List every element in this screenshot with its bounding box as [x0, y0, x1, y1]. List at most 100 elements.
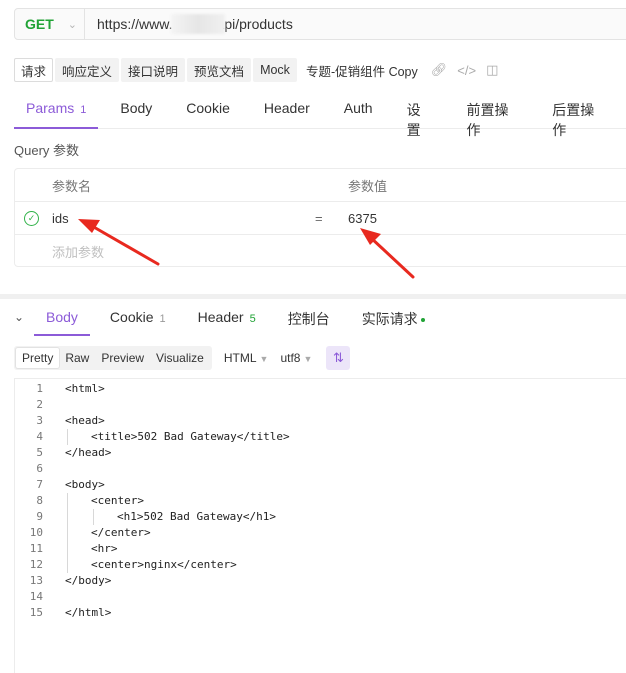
tab-count: 5 [249, 313, 256, 325]
request-tabs: Params 1 Body Cookie Header Auth 设置 前置操作 … [14, 92, 626, 138]
tab-label: 实际请求 [361, 311, 418, 327]
line-number: 6 [36, 462, 43, 475]
panel-divider[interactable] [0, 294, 626, 299]
response-tabs: ⌄ Body Cookie 1 Header 5 控制台 实际请求 [14, 300, 626, 337]
code-line: 4 <title>502 Bad Gateway</title> [15, 429, 626, 445]
format-value: HTML [223, 351, 257, 365]
word-wrap-icon[interactable]: ⇅ [326, 346, 351, 370]
code-text: <center> [91, 494, 144, 507]
tab-label: Cookie [109, 309, 154, 325]
code-text: </head> [65, 446, 112, 459]
redacted-blur [171, 14, 225, 34]
tab-auth[interactable]: Auth [332, 92, 385, 128]
add-param-input[interactable]: 添加参数 [52, 242, 104, 261]
line-number: 4 [36, 430, 43, 443]
indent-guide [67, 429, 68, 445]
line-number: 10 [29, 526, 43, 539]
line-number: 1 [36, 382, 43, 395]
table-header: 参数名 参数值 [15, 169, 626, 202]
tab-post-operations[interactable]: 后置操作 [540, 92, 616, 138]
code-line: 10 </center> [15, 525, 626, 541]
code-line: 6 [15, 461, 626, 477]
tab-label: Header [197, 309, 244, 325]
panel-icon[interactable]: ◫ [486, 62, 498, 78]
line-number: 2 [36, 398, 43, 411]
format-select[interactable]: HTML ▼ [224, 351, 269, 365]
code-text: <html> [65, 382, 105, 395]
code-line: 14 [15, 589, 626, 605]
indent-guide [93, 509, 94, 525]
tab-actual-request[interactable]: 实际请求 [350, 300, 437, 336]
tab-label: 控制台 [287, 311, 330, 327]
param-value-input[interactable]: 6375 [348, 211, 377, 226]
indent-guide [67, 509, 68, 525]
tab-params[interactable]: Params 1 [14, 92, 99, 129]
enabled-check-icon[interactable]: ✓ [24, 210, 39, 226]
doc-tab-request[interactable]: 请求 [14, 58, 54, 82]
tab-label: Body [120, 100, 153, 116]
tab-console[interactable]: 控制台 [276, 300, 342, 336]
view-visualize-button[interactable]: Visualize [150, 348, 210, 368]
code-line: 13 </body> [15, 573, 626, 589]
table-row: 添加参数 [15, 235, 626, 268]
code-icon[interactable]: </> [457, 63, 476, 78]
tab-body[interactable]: Body [108, 92, 164, 128]
tab-response-header[interactable]: Header 5 [186, 300, 268, 336]
code-line: 11 <hr> [15, 541, 626, 557]
encoding-select[interactable]: utf8 ▼ [280, 351, 312, 365]
view-raw-button[interactable]: Raw [59, 348, 95, 368]
tab-pre-operations[interactable]: 前置操作 [454, 92, 530, 138]
indent-guide [67, 493, 68, 509]
doc-tab-response-definition[interactable]: 响应定义 [55, 58, 120, 82]
indent-guide [67, 541, 68, 557]
tab-label: Auth [343, 100, 373, 116]
response-code-editor[interactable]: 1 <html> 2 3 <head> 4 <title>502 Bad Gateway</… [14, 378, 626, 673]
code-text: <head> [65, 414, 105, 427]
doc-tab-topic[interactable]: 专题-促销组件 Copy [299, 58, 425, 82]
view-pretty-button[interactable]: Pretty [16, 348, 60, 368]
encoding-value: utf8 [280, 351, 301, 365]
doc-action-icons: 🔗︎ </> ◫ [431, 62, 509, 78]
code-line: 1 <html> [15, 381, 626, 397]
code-text: <center>nginx</center> [91, 558, 237, 571]
code-line: 7 <body> [15, 477, 626, 493]
link-icon[interactable]: 🔗︎ [431, 62, 448, 78]
tab-count: 1 [159, 313, 166, 325]
tab-settings[interactable]: 设置 [395, 92, 445, 138]
method-select[interactable]: GET ⌄ [15, 9, 85, 39]
view-preview-button[interactable]: Preview [95, 348, 150, 368]
doc-tab-preview-doc[interactable]: 预览文档 [187, 58, 252, 82]
code-line: 9 <h1>502 Bad Gateway</h1> [15, 509, 626, 525]
tab-header[interactable]: Header [252, 92, 322, 128]
tab-cookie[interactable]: Cookie [174, 92, 242, 128]
doc-tab-api-description[interactable]: 接口说明 [121, 58, 186, 82]
line-number: 8 [36, 494, 43, 507]
chevron-down-icon[interactable]: ⌄ [14, 300, 34, 324]
line-number: 15 [29, 606, 43, 619]
tab-count: 1 [80, 104, 87, 116]
line-number: 5 [36, 446, 43, 459]
code-line: 2 [15, 397, 626, 413]
code-text: <h1>502 Bad Gateway</h1> [117, 510, 276, 523]
code-text: <hr> [91, 542, 118, 555]
header-param-value: 参数值 [348, 178, 388, 194]
line-number: 11 [29, 542, 43, 555]
doc-tabs: 请求 响应定义 接口说明 预览文档 Mock 专题-促销组件 Copy 🔗︎ <… [14, 57, 508, 83]
query-params-title: Query 参数 [14, 143, 80, 158]
tab-response-body[interactable]: Body [34, 300, 90, 336]
chevron-down-icon: ▼ [259, 354, 269, 364]
chevron-down-icon: ▼ [303, 354, 313, 364]
line-number: 3 [36, 414, 43, 427]
url-input[interactable]: https://www. y.com/api/products [85, 14, 293, 34]
param-name-input[interactable]: ids [52, 211, 69, 226]
view-options: Pretty Raw Preview Visualize HTML ▼ utf8 ▼… [14, 346, 351, 370]
doc-tab-mock[interactable]: Mock [253, 58, 297, 82]
line-number: 13 [29, 574, 43, 587]
equals-sign: = [315, 210, 323, 226]
line-number: 14 [29, 590, 43, 603]
tab-label: 设置 [406, 102, 421, 138]
line-number: 12 [29, 558, 43, 571]
code-text: </html> [65, 606, 112, 619]
status-dot-icon [420, 318, 425, 323]
tab-response-cookie[interactable]: Cookie 1 [98, 300, 178, 336]
